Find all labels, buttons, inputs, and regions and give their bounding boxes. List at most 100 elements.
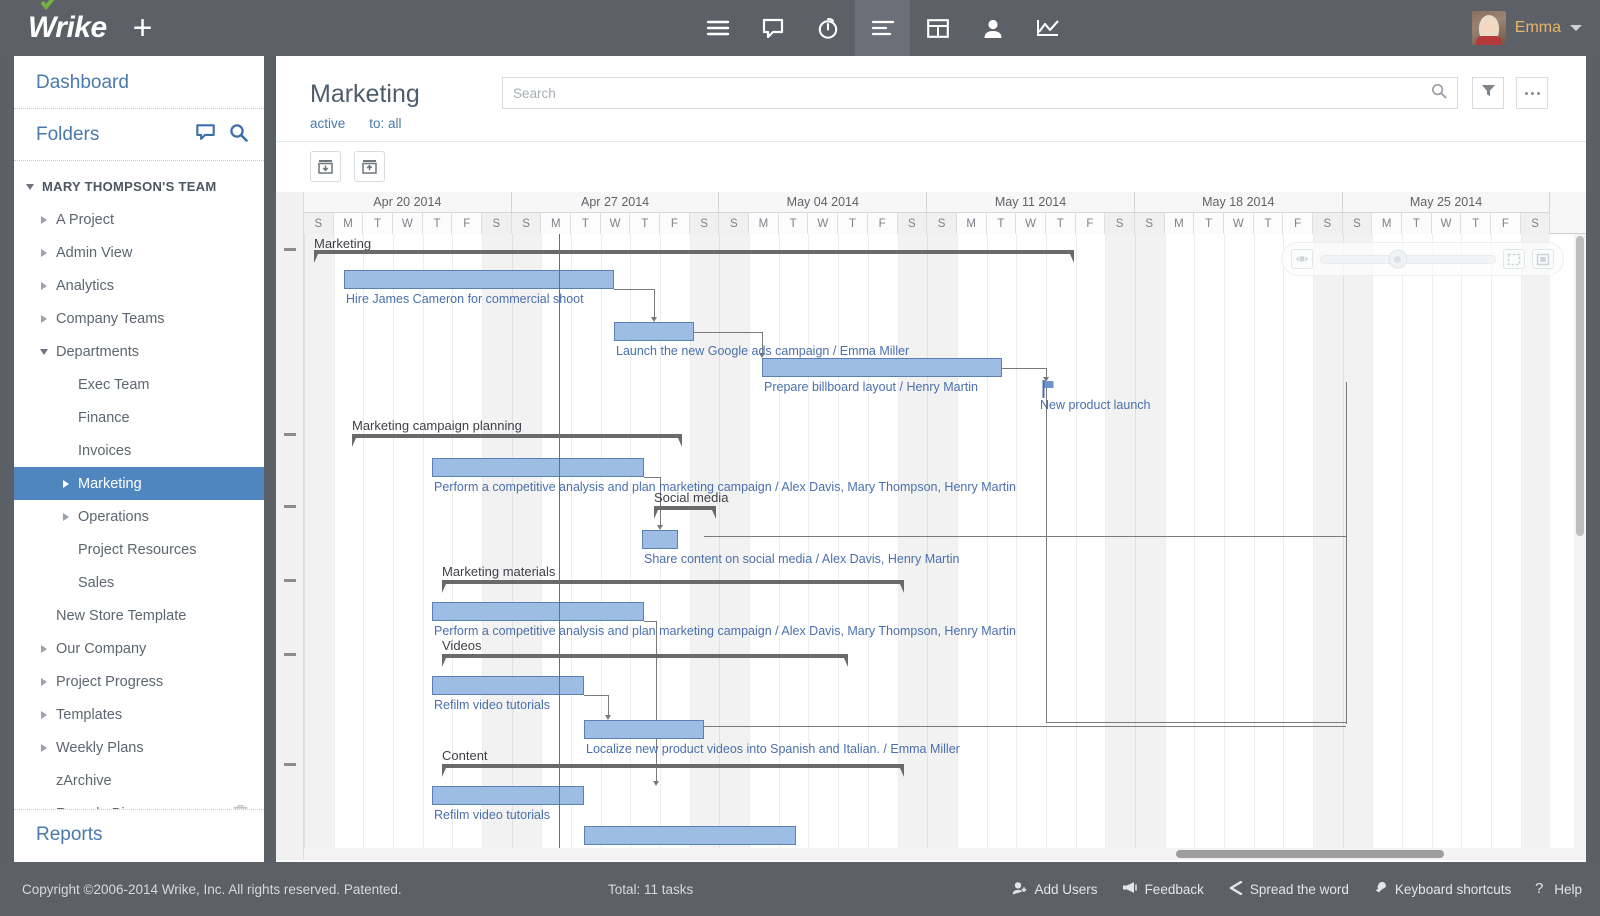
- folders-search-icon[interactable]: [229, 123, 248, 147]
- collapse-all-button[interactable]: [310, 151, 341, 182]
- footer-link-add-users[interactable]: Add Users: [1012, 881, 1098, 898]
- gantt-task-bar[interactable]: [432, 786, 584, 805]
- gantt-summary-bar[interactable]: [314, 250, 1074, 263]
- gantt-group-label[interactable]: Content: [442, 748, 488, 763]
- row-collapse-toggle[interactable]: [284, 763, 296, 766]
- analytics-icon[interactable]: [1020, 0, 1075, 56]
- zoom-slider[interactable]: [1320, 255, 1496, 264]
- sidebar-item-departments[interactable]: Departments: [14, 335, 264, 368]
- search-box[interactable]: [502, 77, 1458, 109]
- sidebar-item-project-progress[interactable]: Project Progress: [14, 665, 264, 698]
- gantt-task-label[interactable]: Hire James Cameron for commercial shoot: [346, 292, 584, 306]
- gantt-group-label[interactable]: Marketing materials: [442, 564, 555, 579]
- full-screen-button[interactable]: [1532, 249, 1554, 269]
- chevron-right-icon: [36, 216, 52, 224]
- gantt-task-label[interactable]: Localize new product videos into Spanish…: [586, 742, 960, 756]
- horizontal-scrollbar[interactable]: [304, 848, 1574, 860]
- zoom-preset-icon[interactable]: [1291, 249, 1313, 269]
- timeline-day-header: T: [1194, 213, 1224, 234]
- gantt-task-bar[interactable]: [432, 602, 644, 621]
- gantt-task-bar[interactable]: [432, 676, 584, 695]
- filter-status[interactable]: active: [310, 116, 345, 131]
- zoom-slider-handle[interactable]: [1388, 250, 1407, 269]
- sidebar-item-invoices[interactable]: Invoices: [14, 434, 264, 467]
- gantt-task-label[interactable]: Refilm video tutorials: [434, 698, 550, 712]
- gantt-task-bar[interactable]: [432, 458, 644, 477]
- sidebar-item-new-store-template[interactable]: New Store Template: [14, 599, 264, 632]
- sidebar-item-weekly-plans[interactable]: Weekly Plans: [14, 731, 264, 764]
- sidebar-item-marketing[interactable]: Marketing: [14, 467, 264, 500]
- vertical-scrollbar[interactable]: [1574, 234, 1586, 860]
- gantt-task-label[interactable]: Perform a competitive analysis and plan …: [434, 480, 1016, 494]
- gantt-task-label[interactable]: Prepare billboard layout / Henry Martin: [764, 380, 978, 394]
- brand-logo[interactable]: Wrike +: [0, 11, 153, 45]
- row-collapse-toggle[interactable]: [284, 579, 296, 582]
- gantt-task-label[interactable]: Launch the new Google ads campaign / Emm…: [616, 344, 909, 358]
- search-input[interactable]: [513, 86, 1431, 101]
- sidebar-item-our-company[interactable]: Our Company: [14, 632, 264, 665]
- gantt-summary-bar[interactable]: [442, 764, 904, 777]
- vertical-scrollbar-thumb[interactable]: [1576, 236, 1584, 536]
- filter-assignee[interactable]: to: all: [369, 116, 401, 131]
- sidebar-item-sales[interactable]: Sales: [14, 566, 264, 599]
- horizontal-scrollbar-thumb[interactable]: [1176, 850, 1444, 858]
- table-view-icon[interactable]: [910, 0, 965, 56]
- sidebar-item-reports[interactable]: Reports: [36, 824, 103, 845]
- sidebar-item-admin-view[interactable]: Admin View: [14, 236, 264, 269]
- gantt-task-bar[interactable]: [584, 720, 704, 739]
- sidebar-item-company-teams[interactable]: Company Teams: [14, 302, 264, 335]
- sidebar-item-finance[interactable]: Finance: [14, 401, 264, 434]
- footer-link-feedback[interactable]: Feedback: [1122, 881, 1204, 897]
- list-view-icon[interactable]: [690, 0, 745, 56]
- workload-icon[interactable]: [965, 0, 1020, 56]
- more-options-button[interactable]: [1516, 77, 1548, 109]
- sidebar-item-operations[interactable]: Operations: [14, 500, 264, 533]
- timeline-day-header: T: [571, 213, 601, 234]
- sidebar-item-mary-thompson-s-team[interactable]: MARY THOMPSON'S TEAM: [14, 170, 264, 203]
- milestone-label[interactable]: New product launch: [1040, 398, 1150, 412]
- footer-link-help[interactable]: ?Help: [1535, 880, 1582, 898]
- gantt-group-label[interactable]: Marketing: [314, 236, 371, 251]
- gantt-group-label[interactable]: Marketing campaign planning: [352, 418, 522, 433]
- gantt-task-label[interactable]: Refilm video tutorials: [434, 808, 550, 822]
- add-user-icon: [1012, 881, 1028, 898]
- timeline-day-header: W: [601, 213, 631, 234]
- gantt-task-bar[interactable]: [762, 358, 1002, 377]
- footer-link-keyboard-shortcuts[interactable]: Keyboard shortcuts: [1373, 881, 1511, 897]
- row-collapse-toggle[interactable]: [284, 248, 296, 251]
- gantt-task-bar[interactable]: [642, 530, 678, 549]
- gantt-view-icon[interactable]: [855, 0, 910, 56]
- filter-button[interactable]: [1472, 77, 1504, 109]
- gantt-task-bar[interactable]: [344, 270, 614, 289]
- timeline-zoom-widget[interactable]: [1281, 242, 1564, 276]
- row-collapse-toggle[interactable]: [284, 505, 296, 508]
- gantt-task-label[interactable]: Perform a competitive analysis and plan …: [434, 624, 1016, 638]
- expand-all-button[interactable]: [354, 151, 385, 182]
- comments-icon[interactable]: [745, 0, 800, 56]
- sidebar-item-templates[interactable]: Templates: [14, 698, 264, 731]
- sidebar-item-zarchive[interactable]: zArchive: [14, 764, 264, 797]
- gantt-task-label[interactable]: Share content on social media / Alex Dav…: [644, 552, 959, 566]
- folders-comments-icon[interactable]: [196, 124, 215, 146]
- row-collapse-toggle[interactable]: [284, 433, 296, 436]
- footer-link-spread-the-word[interactable]: Spread the word: [1228, 881, 1349, 898]
- fit-to-screen-button[interactable]: [1503, 249, 1525, 269]
- gantt-summary-bar[interactable]: [654, 506, 716, 519]
- sidebar-item-project-resources[interactable]: Project Resources: [14, 533, 264, 566]
- grid-line: [1076, 234, 1077, 860]
- row-collapse-toggle[interactable]: [284, 653, 296, 656]
- gantt-task-bar[interactable]: [584, 826, 796, 845]
- gantt-task-bar[interactable]: [614, 322, 694, 341]
- gantt-summary-bar[interactable]: [352, 434, 682, 447]
- add-new-button[interactable]: +: [133, 11, 153, 45]
- timer-icon[interactable]: [800, 0, 855, 56]
- sidebar-item-a-project[interactable]: A Project: [14, 203, 264, 236]
- sidebar-item-exec-team[interactable]: Exec Team: [14, 368, 264, 401]
- user-menu[interactable]: Emma: [1472, 0, 1582, 56]
- gantt-group-label[interactable]: Videos: [442, 638, 482, 653]
- gantt-summary-bar[interactable]: [442, 654, 848, 667]
- gantt-canvas[interactable]: MarketingMarketing campaign planningSoci…: [304, 234, 1586, 860]
- gantt-summary-bar[interactable]: [442, 580, 904, 593]
- sidebar-item-dashboard[interactable]: Dashboard: [36, 72, 129, 93]
- sidebar-item-analytics[interactable]: Analytics: [14, 269, 264, 302]
